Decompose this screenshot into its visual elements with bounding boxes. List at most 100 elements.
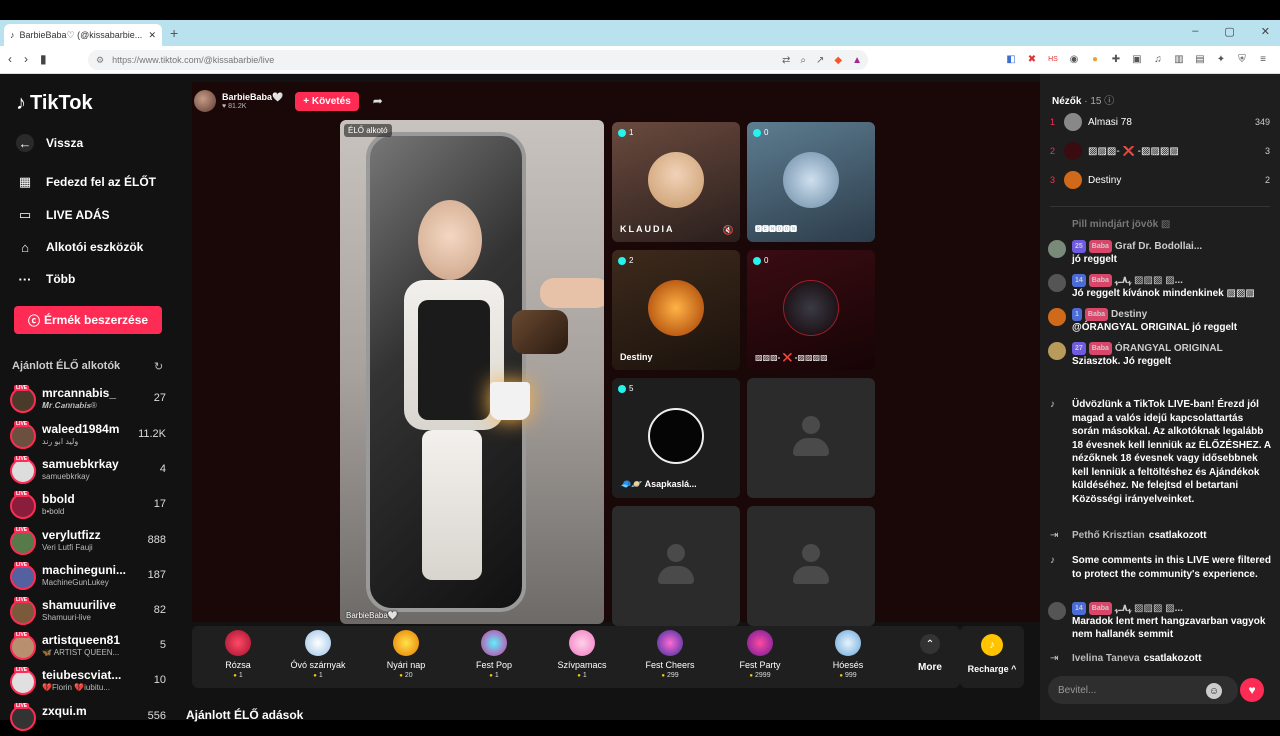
- creator-item[interactable]: LIVE waleed1984m وليد ابو رند 11.2K: [10, 420, 170, 454]
- tiktok-logo[interactable]: ♪ TikTok: [16, 92, 93, 115]
- info-icon[interactable]: ⓘ: [1104, 96, 1114, 107]
- chat-comment[interactable]: 14 Baba ﮩ٨ـﮩ ▨▨▨ ▨... Maradok lent mert …: [1048, 602, 1272, 641]
- refresh-icon[interactable]: ↻: [154, 360, 163, 373]
- creator-item[interactable]: LIVE verylutfizz Veri Lutfi Fauji 888: [10, 526, 170, 560]
- share-icon[interactable]: ➦: [373, 94, 383, 108]
- live-badge: LIVE: [14, 562, 30, 568]
- guest-tile[interactable]: 1 KLAUDIA 🔇: [612, 122, 740, 242]
- guest-count: 1: [618, 128, 633, 137]
- join-message: ⇥ Pethő Krisztian csatlakozott: [1048, 529, 1272, 543]
- minimize-button[interactable]: –: [1192, 25, 1198, 38]
- host-avatar[interactable]: [194, 90, 216, 112]
- maximize-button[interactable]: ▢: [1224, 25, 1234, 38]
- heart-icon[interactable]: ♥: [1240, 678, 1264, 702]
- creator-item[interactable]: LIVE machineguni... MachineGunLukey 187: [10, 561, 170, 595]
- vpn-shield-icon[interactable]: ⛨: [1236, 53, 1248, 65]
- legs-shape: [422, 430, 482, 580]
- chat-comment[interactable]: 27 Baba ÓRANGYAL ORIGINAL Sziasztok. Jó …: [1048, 342, 1272, 368]
- gift-fest-cheers[interactable]: Fest Cheers 299: [630, 630, 710, 686]
- empty-guest-slot[interactable]: [747, 506, 875, 626]
- back-arrow-icon[interactable]: ‹: [8, 52, 12, 66]
- muted-mic-icon: 🔇: [722, 225, 734, 235]
- nav-explore-live[interactable]: ▦ Fedezd fel az ÉLŐT: [16, 173, 156, 191]
- more-gifts-button[interactable]: ⌃ More: [918, 634, 942, 673]
- share-page-icon[interactable]: ↗: [816, 55, 824, 66]
- join-user[interactable]: Ivelina Taneva: [1072, 653, 1140, 664]
- top-viewer-row[interactable]: 1 Almasi 78 349: [1050, 111, 1270, 133]
- brave-shield-icon[interactable]: ◆: [834, 55, 842, 66]
- extension-1-icon[interactable]: ◧: [1005, 53, 1017, 65]
- recharge-button[interactable]: ♪ Recharge ^: [960, 626, 1024, 688]
- guest-tile[interactable]: 0 🅱🅴🅽🅳🅾🅽: [747, 122, 875, 242]
- gift-protective-wings[interactable]: Óvó szárnyak 1: [278, 630, 358, 686]
- guest-tile[interactable]: 5 🧢🪐 Asapkaslá...: [612, 378, 740, 498]
- join-user[interactable]: Pethő Krisztian: [1072, 530, 1145, 541]
- nav-live-broadcast[interactable]: ▭ LIVE ADÁS: [16, 206, 110, 224]
- main-video[interactable]: ÉLŐ alkotó BarbieBaba🤍: [340, 120, 604, 624]
- close-window-button[interactable]: ✕: [1261, 25, 1270, 38]
- forward-arrow-icon[interactable]: ›: [24, 52, 28, 66]
- site-info-icon[interactable]: ⚙: [96, 55, 104, 66]
- gift-fest-party[interactable]: Fest Party 2999: [720, 630, 800, 686]
- creator-item[interactable]: LIVE bbold b•bold 17: [10, 490, 170, 524]
- viewer-avatar: [1064, 113, 1082, 131]
- brave-rewards-icon[interactable]: ▲: [852, 55, 862, 66]
- guest-tile[interactable]: 2 Destiny: [612, 250, 740, 370]
- extension-2-icon[interactable]: ✖: [1026, 53, 1038, 65]
- host-info[interactable]: BarbieBaba🤍 ♥ 81.2K: [222, 92, 283, 110]
- url-field[interactable]: ⚙ https://www.tiktok.com/@kissabarbie/li…: [88, 50, 868, 70]
- viewer-score: 3: [1264, 146, 1270, 156]
- tiktok-favicon-icon: ♪: [10, 30, 15, 40]
- creator-item[interactable]: LIVE zxqui.m 556: [10, 702, 170, 736]
- music-icon[interactable]: ♫: [1152, 53, 1164, 65]
- chat-comment[interactable]: 25 Baba Graf Dr. Bodollai... jó reggelt: [1048, 240, 1272, 266]
- gift-snowfall[interactable]: Hóesés 999: [808, 630, 888, 686]
- back-link[interactable]: ← Vissza: [16, 134, 83, 152]
- gift-heart-puff[interactable]: Szívpamacs 1: [542, 630, 622, 686]
- gift-price: 1: [454, 672, 534, 679]
- gift-rose[interactable]: Rózsa 1: [198, 630, 278, 686]
- chat-comment[interactable]: 14 Baba ﮩ٨ـﮩ ▨▨▨ ▨... Jó reggelt kívánok…: [1048, 274, 1272, 300]
- level-badge: 14: [1072, 602, 1086, 615]
- empty-guest-slot[interactable]: [747, 378, 875, 498]
- zoom-icon[interactable]: ⌕: [800, 55, 806, 66]
- new-tab-button[interactable]: +: [170, 25, 178, 41]
- level-badge: 1: [1072, 308, 1082, 321]
- close-tab-icon[interactable]: ✕: [148, 30, 156, 41]
- extension-5-icon[interactable]: ●: [1089, 53, 1101, 65]
- comment-text: Sziasztok. Jó reggelt: [1072, 356, 1171, 367]
- empty-guest-slot[interactable]: [612, 506, 740, 626]
- translate-icon[interactable]: ⇄: [782, 55, 790, 66]
- extension-3-icon[interactable]: HS: [1047, 53, 1059, 65]
- creator-item[interactable]: LIVE mrcannabis_ 𝑴𝒓.𝑪𝒂𝒏𝒏𝒂𝒃𝒊𝒔® 27: [10, 384, 170, 418]
- chat-comment[interactable]: 1 Baba Destiny @ÓRANGYAL ORIGINAL jó reg…: [1048, 308, 1272, 334]
- guest-tile[interactable]: 0 ▨▨▨- ❌ -▨▨▨▨: [747, 250, 875, 370]
- creator-item[interactable]: LIVE teiubescviat... 💔Florin 💔iubitu... …: [10, 666, 170, 700]
- gift-summer-sun[interactable]: Nyári nap 20: [366, 630, 446, 686]
- wallet-icon[interactable]: ▤: [1194, 53, 1206, 65]
- puzzle-icon[interactable]: ✚: [1110, 53, 1122, 65]
- get-coins-button[interactable]: ⓒ Érmék beszerzése: [14, 306, 162, 334]
- creator-item[interactable]: LIVE artistqueen81 🦋 ARTIST QUEEN... 5: [10, 631, 170, 665]
- nav-more[interactable]: ··· Több: [16, 270, 76, 288]
- avatar: [1048, 602, 1066, 620]
- browser-tab[interactable]: ♪ BarbieBaba♡ (@kissabarbie... ✕: [4, 24, 162, 46]
- sidebar-icon[interactable]: ▥: [1173, 53, 1185, 65]
- top-viewer-row[interactable]: 3 Destiny 2: [1050, 169, 1270, 191]
- nav-creator-tools[interactable]: ⌂ Alkotói eszközök: [16, 238, 143, 256]
- follow-button[interactable]: + Követés: [295, 91, 359, 111]
- emoji-icon[interactable]: ☺: [1206, 683, 1222, 699]
- extension-7-icon[interactable]: ▣: [1131, 53, 1143, 65]
- viewers-header[interactable]: Nézők · 15 ⓘ: [1052, 92, 1114, 107]
- comment-user: Destiny: [1111, 309, 1148, 320]
- creator-item[interactable]: LIVE shamuurilive Shamuuri-live 82: [10, 596, 170, 630]
- menu-icon[interactable]: ≡: [1257, 53, 1269, 65]
- top-viewer-row[interactable]: 2 ▨▨▨- ❌ -▨▨▨▨ 3: [1050, 140, 1270, 162]
- sparkle-icon[interactable]: ✦: [1215, 53, 1227, 65]
- creator-item[interactable]: LIVE samuebkrkay samuebkrkay 4: [10, 455, 170, 489]
- guest-name: Destiny: [620, 352, 653, 362]
- bookmark-icon[interactable]: ▮: [40, 52, 47, 66]
- extension-4-icon[interactable]: ◉: [1068, 53, 1080, 65]
- gift-fest-pop[interactable]: Fest Pop 1: [454, 630, 534, 686]
- heart-puff-icon: [569, 630, 595, 656]
